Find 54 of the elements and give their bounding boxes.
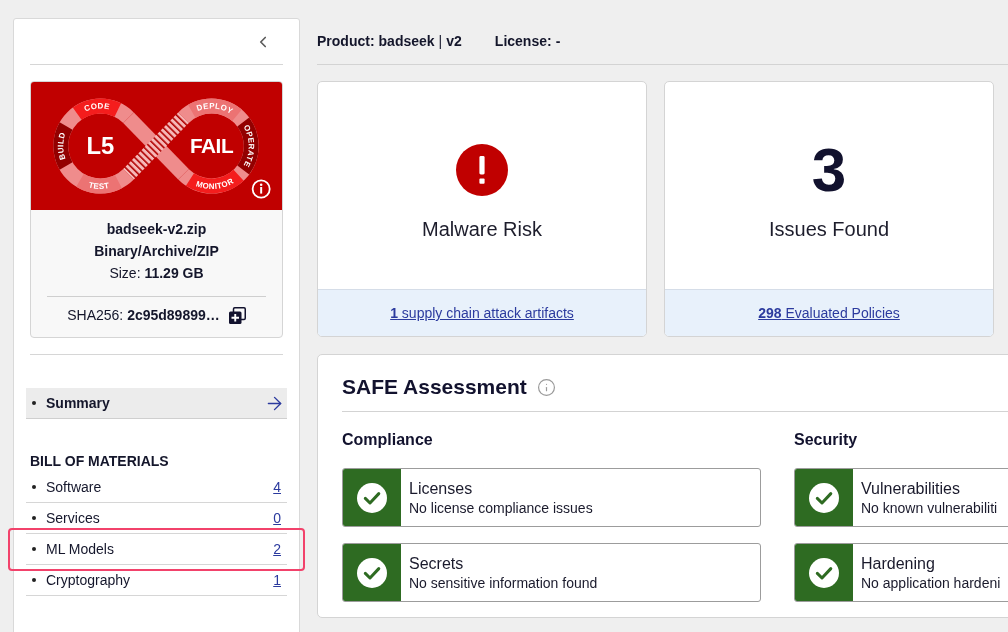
field-label: License: — [494, 33, 552, 49]
bullet-icon — [32, 401, 36, 405]
bullet-icon — [32, 547, 36, 551]
count-link[interactable]: 2 — [273, 541, 281, 557]
check-detail: No known vulnerabiliti — [861, 499, 998, 518]
file-name: badseek-v2.zip — [106, 220, 207, 239]
card-link[interactable]: 298 Evaluated Policies — [758, 305, 900, 321]
panel-title: SAFE Assessment — [342, 374, 527, 400]
bom-item-label: Cryptography — [46, 572, 131, 588]
stage-label: CODE — [83, 101, 111, 114]
check-icon — [357, 557, 387, 588]
check-detail: No license compliance issues — [409, 499, 593, 518]
check-detail: No sensitive information found — [409, 574, 598, 593]
grade-label: L5 — [86, 132, 115, 160]
group-heading: Security — [794, 430, 858, 450]
stage-label: TEST — [87, 180, 111, 192]
check-icon — [357, 482, 387, 513]
bullet-icon — [32, 485, 36, 489]
stage-label: MONITOR — [194, 176, 236, 191]
summary-nav-item[interactable]: Summary — [26, 388, 287, 419]
check-icon — [809, 557, 839, 588]
license-value: - — [555, 33, 561, 49]
section-heading: BILL OF MATERIALS — [30, 452, 169, 471]
check-title: Vulnerabilities — [861, 479, 960, 499]
stage-label: DEPLOY — [195, 101, 235, 116]
issue-count: 3 — [811, 144, 847, 196]
check-title: Hardening — [861, 554, 935, 574]
file-hash: SHA256: 2c95d89899… — [67, 306, 220, 325]
count-link[interactable]: 0 — [273, 510, 281, 526]
copy-icon[interactable] — [228, 306, 246, 324]
card-title: Issues Found — [768, 217, 890, 241]
field-label: Product: — [317, 33, 375, 49]
result-label: FAIL — [190, 134, 234, 158]
check-title: Licenses — [409, 479, 473, 499]
card-title: Malware Risk — [422, 217, 542, 241]
check-title: Secrets — [409, 554, 464, 574]
bom-item-label: Services — [46, 510, 100, 526]
count-link[interactable]: 4 — [273, 479, 281, 495]
card-link[interactable]: 1 supply chain attack artifacts — [390, 305, 574, 321]
bom-item-label: Software — [46, 479, 102, 495]
info-icon[interactable] — [536, 377, 556, 397]
group-heading: Compliance — [342, 430, 433, 450]
product-version: v2 — [446, 33, 462, 49]
bullet-icon — [32, 578, 36, 582]
bom-item-label: ML Models — [46, 541, 114, 557]
product-name: badseek — [378, 33, 435, 49]
check-detail: No application hardeni — [861, 574, 1001, 593]
alert-icon — [456, 144, 508, 196]
file-size: Size: 11.29 GB — [109, 264, 204, 283]
version-separator: | — [438, 33, 443, 49]
count-link[interactable]: 1 — [273, 572, 281, 588]
file-type: Binary/Archive/ZIP — [94, 242, 219, 261]
check-icon — [809, 482, 839, 513]
bullet-icon — [32, 516, 36, 520]
